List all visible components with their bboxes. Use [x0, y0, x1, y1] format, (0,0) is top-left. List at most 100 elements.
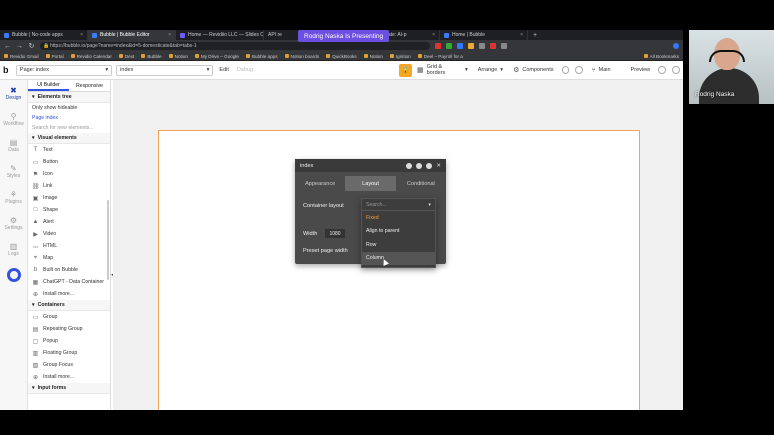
element-group[interactable]: ▭ Group — [28, 311, 110, 323]
close-icon[interactable]: ✕ — [436, 163, 441, 169]
rail-styles[interactable]: ✎ Styles — [0, 158, 27, 184]
container-layout-dropdown[interactable]: Search... ▾ Fixed Align to parent Row Col… — [361, 198, 436, 268]
grid-borders-button[interactable]: ▦ Grid & borders ▾ — [412, 64, 473, 76]
bookmark[interactable]: Portal — [45, 54, 64, 59]
browser-tab[interactable]: Bubble | No-code apps × — [0, 30, 88, 40]
browser-tab[interactable]: Home | Bubble × — [440, 30, 528, 40]
arrange-button[interactable]: Arrange ▾ — [473, 67, 508, 73]
width-input[interactable]: 1080 — [325, 229, 345, 238]
containers-header[interactable]: ▾ Containers — [28, 300, 110, 311]
redo-icon[interactable] — [575, 66, 584, 74]
tab-conditional[interactable]: Conditional — [396, 176, 446, 191]
element-map[interactable]: ⌖ Map — [28, 252, 110, 264]
element-text[interactable]: T Text — [28, 144, 110, 156]
dropdown-option-fixed[interactable]: Fixed — [362, 211, 435, 225]
rail-workflow[interactable]: ⚲ Workflow — [0, 106, 27, 132]
visual-elements-header[interactable]: ▾ Visual elements — [28, 133, 110, 144]
extension-icon[interactable] — [468, 43, 474, 49]
element-floating-group[interactable]: ▥ Floating Group — [28, 347, 110, 359]
extension-icon[interactable] — [457, 43, 463, 49]
element-icon[interactable]: ⚑ Icon — [28, 168, 110, 180]
bookmark[interactable]: QuickBooks — [326, 54, 357, 59]
rail-plugins[interactable]: ⚘ Plugins — [0, 184, 27, 210]
tab-appearance[interactable]: Appearance — [295, 176, 345, 191]
element-image[interactable]: ▣ Image — [28, 192, 110, 204]
element-link[interactable]: ⛓ Link — [28, 180, 110, 192]
new-tab-button[interactable]: + — [528, 32, 542, 39]
comment-icon[interactable] — [426, 162, 433, 169]
element-html[interactable]: </> HTML — [28, 240, 110, 252]
preset-page-width-label[interactable]: Preset page width — [303, 248, 348, 254]
bubble-badge-icon[interactable] — [6, 268, 21, 282]
bookmark[interactable]: Notion — [363, 54, 383, 59]
close-icon[interactable]: × — [520, 32, 523, 38]
extension-icon[interactable] — [446, 43, 452, 49]
extension-icon[interactable] — [490, 43, 496, 49]
close-icon[interactable]: × — [80, 32, 83, 38]
element-shape[interactable]: □ Shape — [28, 204, 110, 216]
rail-logs[interactable]: ▥ Logs — [0, 236, 27, 262]
dropdown-search-input[interactable]: Search... ▾ — [362, 199, 435, 211]
element-button[interactable]: ▭ Button — [28, 156, 110, 168]
element-chatgpt-data-container[interactable]: ▦ ChatGPT - Data Container — [28, 276, 110, 288]
undo-icon[interactable] — [561, 66, 570, 74]
input-forms-header[interactable]: ▾ Input forms — [28, 383, 110, 394]
panel-scrollbar[interactable] — [107, 200, 109, 280]
dropdown-option-row[interactable]: Row — [362, 238, 435, 252]
element-group-focus[interactable]: ▧ Group Focus — [28, 359, 110, 371]
debug-mode-tab[interactable]: Debug — [231, 67, 259, 73]
dropdown-option-align-to-parent[interactable]: Align to parent — [362, 225, 435, 239]
info-icon[interactable] — [416, 162, 423, 169]
bookmark[interactable]: Deel – Payroll for a — [417, 54, 463, 59]
browser-tab[interactable]: Home — Revidiio LLC — Slides C× — [176, 30, 264, 40]
element-selector[interactable]: index ▾ — [116, 64, 214, 76]
bookmark-all[interactable]: All Bookmarks — [643, 54, 679, 59]
profile-avatar-icon[interactable] — [673, 43, 679, 49]
bookmark[interactable]: My Drive – Google — [194, 54, 239, 59]
close-icon[interactable]: × — [168, 32, 171, 38]
install-more-containers[interactable]: ⊕ Install more... — [28, 371, 110, 383]
close-icon[interactable]: × — [432, 32, 435, 38]
property-editor-header[interactable]: index ✕ — [295, 159, 446, 172]
lock-icon[interactable]: 🔒 — [399, 63, 412, 77]
browser-tab-active[interactable]: Bubble | Bubble Editor × — [88, 30, 176, 40]
components-button[interactable]: ⚙ Components — [508, 66, 558, 74]
forward-arrow-icon[interactable]: → — [16, 43, 23, 50]
bubble-logo[interactable]: b — [3, 65, 13, 75]
bookmark[interactable]: Dext — [118, 54, 134, 59]
only-show-hideable-toggle[interactable]: Only show hideable — [28, 103, 110, 113]
element-search-input[interactable]: Search for new elements... — [28, 123, 110, 133]
install-more-visual[interactable]: ⊕ Install more... — [28, 288, 110, 300]
bookmark[interactable]: Bubble apps — [245, 54, 278, 59]
tree-item-page-index[interactable]: Page index — [28, 113, 110, 123]
reload-icon[interactable]: ↻ — [28, 42, 35, 50]
bookmark[interactable]: Revidio Calendar — [70, 54, 112, 59]
extension-icon[interactable] — [435, 43, 441, 49]
help-icon[interactable] — [658, 66, 667, 74]
bookmark[interactable]: Revidio Gmail — [4, 54, 39, 59]
bookmark[interactable]: Notion — [168, 54, 188, 59]
element-alert[interactable]: ▲ Alert — [28, 216, 110, 228]
elements-tree-header[interactable]: ▾ Elements tree — [28, 92, 110, 103]
element-video[interactable]: ▶ Video — [28, 228, 110, 240]
tab-ui-builder[interactable]: UI Builder — [28, 80, 69, 91]
rail-settings[interactable]: ⚙ Settings — [0, 210, 27, 236]
element-popup[interactable]: ▢ Popup — [28, 335, 110, 347]
rail-data[interactable]: ▤ Data — [0, 132, 27, 158]
account-icon[interactable] — [672, 66, 681, 74]
tab-layout[interactable]: Layout — [345, 176, 396, 191]
dropdown-option-column[interactable]: Column — [362, 251, 435, 265]
extension-icon[interactable] — [479, 43, 485, 49]
tab-responsive[interactable]: Responsive — [69, 80, 110, 91]
bookmark[interactable]: Bubble — [141, 54, 162, 59]
extension-icon[interactable] — [501, 43, 507, 49]
bookmark[interactable]: Ignition — [389, 54, 411, 59]
preview-button[interactable]: Preview — [626, 67, 656, 73]
back-arrow-icon[interactable]: ← — [4, 43, 11, 50]
branch-selector[interactable]: ⑂ Main — [586, 67, 615, 74]
url-field[interactable]: 🔒 https://bubble.io/page?name=index&id=5-… — [40, 42, 430, 50]
page-selector[interactable]: Page: index ▾ — [15, 64, 113, 76]
bookmark[interactable]: Notion boards — [284, 54, 319, 59]
play-icon[interactable] — [406, 162, 413, 169]
element-built-on-bubble[interactable]: b Built on Bubble — [28, 264, 110, 276]
